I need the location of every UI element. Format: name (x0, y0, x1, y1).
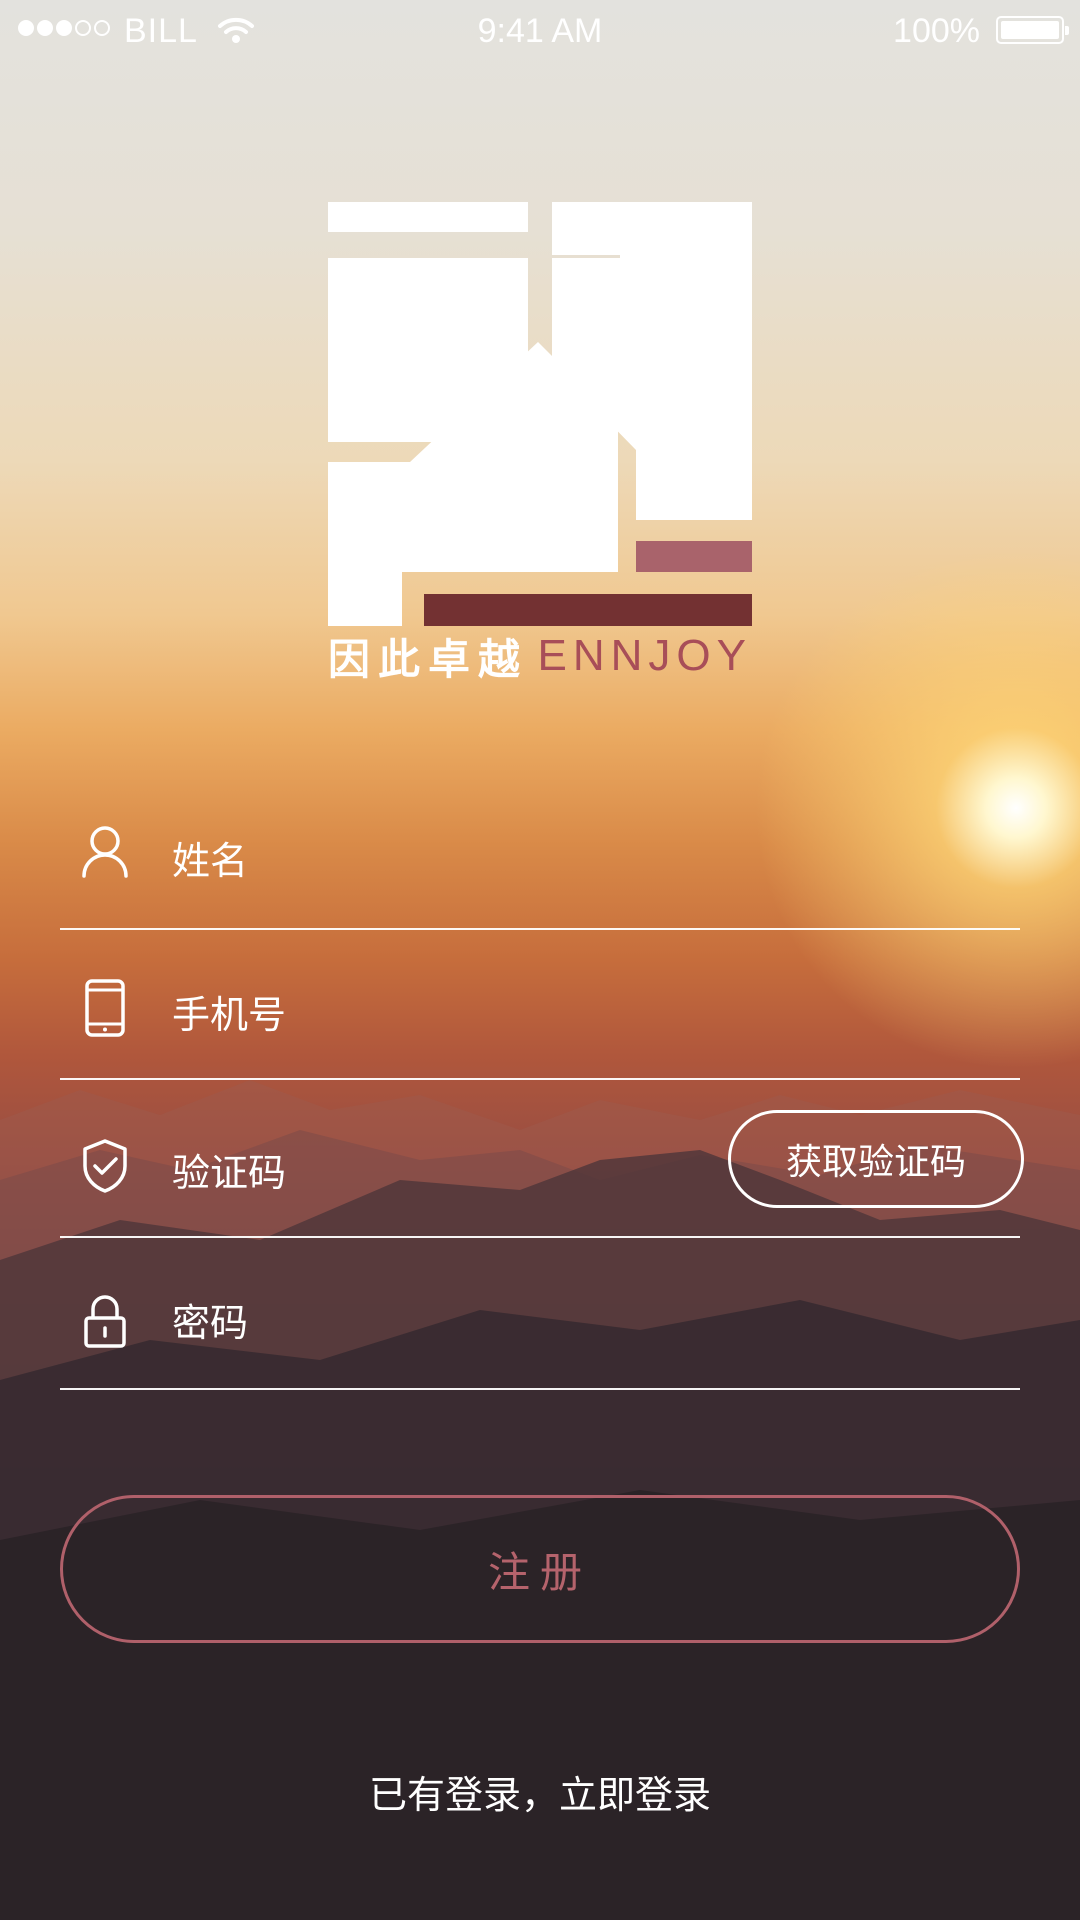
battery-percentage: 100% (893, 12, 980, 50)
logo-accent-bar-light (636, 541, 752, 572)
logo-chinese-text: 因此卓越 (328, 634, 529, 684)
get-verification-code-button[interactable]: 获取验证码 (728, 1110, 1024, 1208)
battery-icon (996, 16, 1069, 44)
logo-english-text: ENNJOY (537, 631, 752, 680)
phone-icon (80, 978, 130, 1037)
login-link[interactable]: 已有登录，立即登录 (0, 1764, 1080, 1819)
phone-placeholder: 手机号 (172, 993, 287, 1037)
lock-icon (80, 1294, 130, 1350)
shield-check-icon (80, 1138, 130, 1194)
name-placeholder: 姓名 (172, 839, 249, 883)
ennjoy-logo: 因此卓越 ENNJOY (328, 202, 752, 684)
register-button[interactable]: 注册 (60, 1495, 1020, 1643)
logo-accent-bar-dark (424, 594, 752, 626)
name-field[interactable]: 姓名 (60, 800, 1020, 930)
phone-field[interactable]: 手机号 (60, 930, 1020, 1080)
register-screen: BILL 9:41 AM 100% 因此卓越 ENNJOY 姓名 手机号 验证码… (0, 0, 1080, 1920)
password-placeholder: 密码 (172, 1301, 249, 1345)
password-field[interactable]: 密码 (60, 1238, 1020, 1390)
user-icon (80, 824, 130, 880)
logo-mark (328, 202, 752, 626)
verification-code-field[interactable]: 验证码 获取验证码 (60, 1080, 1024, 1238)
verification-code-placeholder: 验证码 (172, 1151, 287, 1195)
status-bar: BILL 9:41 AM 100% (0, 0, 1080, 64)
